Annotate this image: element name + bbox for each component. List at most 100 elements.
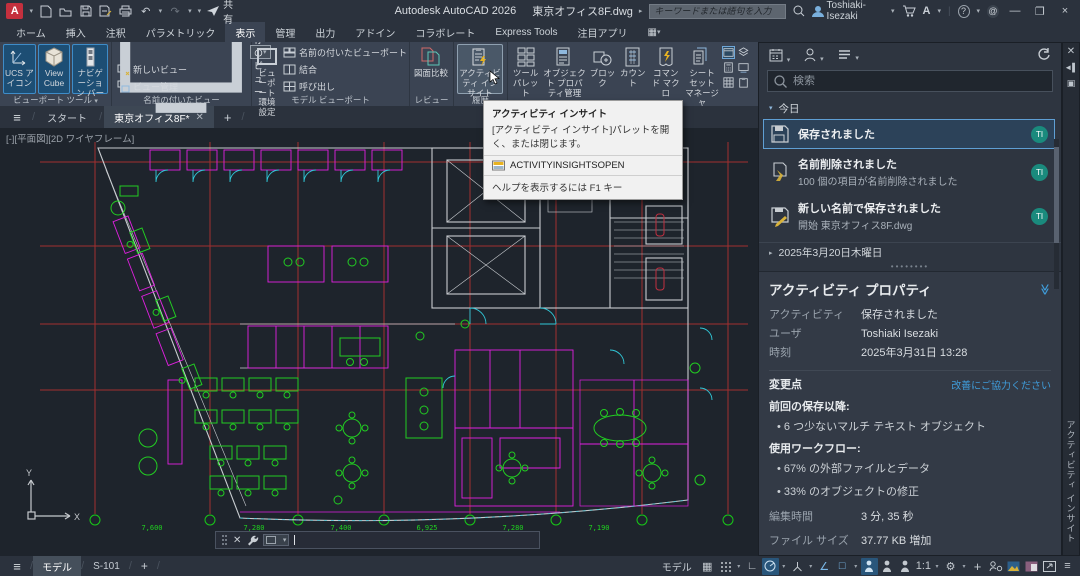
annotation-visibility-toggle[interactable] xyxy=(861,558,878,575)
file-tab-start[interactable]: スタート xyxy=(37,106,97,128)
layout-tab-model[interactable]: モデル xyxy=(33,556,81,576)
palette-splitter[interactable]: •••••••• xyxy=(759,262,1061,271)
command-input-icon[interactable]: ▾ xyxy=(263,534,289,546)
group-today[interactable]: ▾ 今日 xyxy=(759,98,1061,118)
command-line-close-icon[interactable]: ✕ xyxy=(233,535,241,546)
clipboard-mini-button[interactable] xyxy=(737,76,750,89)
ribbon-display-mode-button[interactable]: ▦ ▾ xyxy=(637,22,670,42)
customize-statusbar-icon[interactable]: ≡ xyxy=(1059,558,1076,575)
ribbon-tab-home[interactable]: ホーム xyxy=(6,22,56,42)
activity-item-saved-as[interactable]: 新しい名前で保存されました開始 東京オフィス8F.dwg TI xyxy=(763,195,1055,237)
palette-autohide-icon[interactable]: ◄▌ xyxy=(1064,63,1078,72)
annotation-scale-value[interactable]: 1:1 xyxy=(915,558,932,575)
viewcube-toggle-button[interactable]: View Cube xyxy=(38,44,71,94)
command-line-drag-handle[interactable] xyxy=(221,534,228,546)
activity-item-purged[interactable]: 名前削除されました100 個の項目が名前削除されました TI xyxy=(763,151,1055,193)
annotation-scale-caret[interactable]: ▾ xyxy=(933,563,941,570)
command-line-wrench-icon[interactable] xyxy=(246,534,258,546)
save-as-icon[interactable] xyxy=(99,3,113,19)
window-restore-button[interactable]: ❐ xyxy=(1031,5,1049,18)
restore-viewport-button[interactable]: 呼び出し xyxy=(281,78,409,94)
palette-scrollbar[interactable] xyxy=(1054,139,1059,289)
count-palette-button[interactable]: カウント xyxy=(618,44,647,94)
layout-menu-icon[interactable]: ≡ xyxy=(4,559,30,574)
autocad-logo[interactable]: A xyxy=(6,3,23,19)
workspace-caret[interactable]: ▾ xyxy=(960,563,968,570)
drawing-compare-button[interactable]: 図面比較 xyxy=(413,44,449,94)
workspace-gear-icon[interactable]: ⚙ xyxy=(942,558,959,575)
help-search-input[interactable] xyxy=(649,4,785,19)
window-minimize-button[interactable]: — xyxy=(1006,5,1024,17)
object-snap-toggle[interactable]: □ xyxy=(834,558,851,575)
view-manager-button[interactable]: ビュー管理 xyxy=(115,78,247,94)
ribbon-tab-addins[interactable]: アドイン xyxy=(345,22,405,42)
window-close-button[interactable]: × xyxy=(1056,5,1074,17)
search-history-arrow[interactable]: ▸ xyxy=(639,7,643,15)
visual-styles-mini-button[interactable] xyxy=(722,46,735,59)
command-line[interactable]: ✕ ▾ xyxy=(215,531,540,549)
user-filter-button[interactable]: ▾ xyxy=(804,48,823,64)
ribbon-tab-annotate[interactable]: 注釈 xyxy=(96,22,136,42)
layout-tab-s101[interactable]: S-101 xyxy=(84,556,129,576)
clean-screen-icon[interactable] xyxy=(1041,558,1058,575)
date-filter-button[interactable]: ▾ xyxy=(769,48,790,65)
properties-palette-button[interactable]: オブジェクト プロパティ管理 xyxy=(542,44,587,94)
object-snap-tracking-toggle[interactable]: ∠ xyxy=(816,558,833,575)
share-button[interactable]: 共有 xyxy=(207,0,238,26)
customization-plus-icon[interactable]: + xyxy=(969,558,986,575)
store-cart-icon[interactable] xyxy=(902,5,916,17)
snap-mode-toggle[interactable] xyxy=(717,558,734,575)
redo-icon[interactable]: ↷ xyxy=(168,3,182,19)
layer-mini-button[interactable] xyxy=(737,46,750,59)
graphics-performance-icon[interactable] xyxy=(1005,558,1022,575)
assistant-icon[interactable]: @ xyxy=(987,5,999,18)
app-menu-caret[interactable]: ▾ xyxy=(29,7,33,15)
help-icon[interactable]: ? xyxy=(958,5,970,18)
new-file-icon[interactable] xyxy=(39,3,53,19)
ortho-mode-toggle[interactable]: ∟ xyxy=(744,558,761,575)
isometric-settings-caret[interactable]: ▾ xyxy=(807,563,815,570)
tool-palettes-button[interactable]: ツール パレット xyxy=(511,44,540,94)
plot-icon[interactable] xyxy=(119,3,133,19)
save-icon[interactable] xyxy=(79,3,93,19)
grid-display-toggle[interactable]: ▦ xyxy=(699,558,716,575)
navigation-bar-toggle-button[interactable]: ナビゲーション バー xyxy=(72,44,108,94)
refresh-button[interactable] xyxy=(1037,48,1051,64)
undo-caret[interactable]: ▾ xyxy=(159,7,163,15)
event-filter-button[interactable]: ▾ xyxy=(838,49,859,63)
sheet-set-manager-button[interactable]: シート セット マネージャ xyxy=(684,44,720,94)
viewport-controls-label[interactable]: [-][平面図][2D ワイヤフレーム] xyxy=(6,131,134,145)
snap-settings-caret[interactable]: ▾ xyxy=(735,563,743,570)
open-file-icon[interactable] xyxy=(59,3,73,19)
ucs-icon-toggle-button[interactable]: UCS アイコン xyxy=(3,44,36,94)
new-view-button[interactable]: 新しいビュー xyxy=(115,61,247,77)
palette-search[interactable] xyxy=(767,70,1053,92)
collapse-properties-icon[interactable]: ≫ xyxy=(1039,283,1052,295)
autoscale-toggle[interactable] xyxy=(879,558,896,575)
redo-caret[interactable]: ▾ xyxy=(188,7,192,15)
new-layout-button[interactable]: + xyxy=(132,556,157,576)
isometric-drafting-toggle[interactable] xyxy=(789,558,806,575)
feedback-link[interactable]: 改善にご協力ください xyxy=(951,377,1051,392)
qat-customize-caret[interactable]: ▾ xyxy=(198,7,202,15)
palette-close-icon[interactable]: ✕ xyxy=(1067,46,1075,57)
command-macros-button[interactable]: コマンド マクロ xyxy=(649,44,682,94)
named-viewports-button[interactable]: 名前の付いたビューポート xyxy=(281,44,409,60)
palette-search-input[interactable] xyxy=(793,75,1046,87)
ribbon-tab-manage[interactable]: 管理 xyxy=(265,22,305,42)
ribbon-tab-featured[interactable]: 注目アプリ xyxy=(567,22,637,42)
ribbon-tab-express[interactable]: Express Tools xyxy=(485,22,567,42)
ribbon-tab-collaborate[interactable]: コラボレート xyxy=(405,22,485,42)
activity-insight-button[interactable]: アクティビティ インサイト xyxy=(457,44,503,94)
share-collaborate-icon[interactable] xyxy=(987,558,1004,575)
join-viewports-button[interactable]: 結合 xyxy=(281,61,409,77)
model-paper-toggle[interactable]: モデル xyxy=(656,559,698,574)
user-account-button[interactable]: Toshiaki-Isezaki ▾ xyxy=(812,0,895,22)
autodesk-account-icon[interactable]: A xyxy=(923,5,931,17)
search-icon[interactable] xyxy=(793,5,805,17)
view-dropdown[interactable]: 未保存のビュー▾ xyxy=(115,44,247,60)
polar-tracking-toggle[interactable] xyxy=(762,558,779,575)
ribbon-tab-output[interactable]: 出力 xyxy=(305,22,345,42)
grid-mini-button[interactable] xyxy=(722,76,735,89)
ribbon-tab-insert[interactable]: 挿入 xyxy=(56,22,96,42)
